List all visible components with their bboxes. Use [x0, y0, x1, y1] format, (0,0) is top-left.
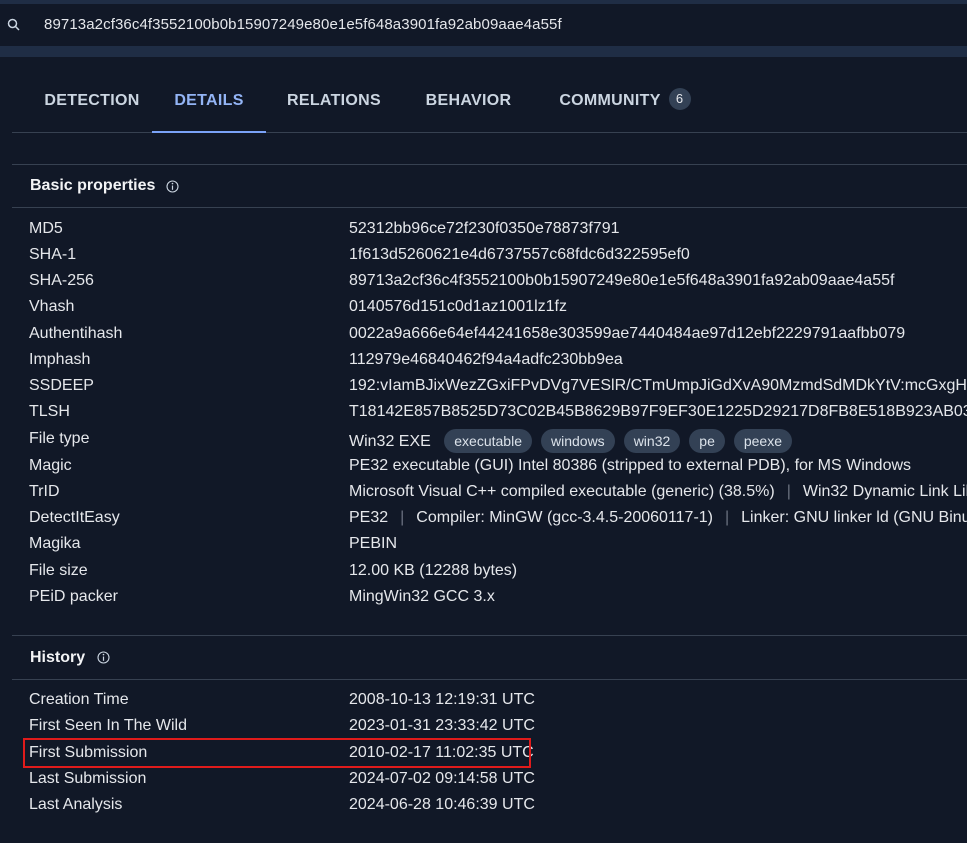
- property-value: Win32 EXE: [349, 433, 431, 451]
- tab-detection[interactable]: DETECTION: [27, 70, 157, 131]
- property-value: 1f613d5260621e4d6737557c68fdc6d322595ef0: [349, 246, 690, 263]
- detectiteasy-value: PE32 | Compiler: MinGW (gcc-3.4.5-20060117…: [349, 509, 967, 527]
- property-value: Microsoft Visual C++ compiled executable…: [349, 483, 775, 500]
- tag-chip[interactable]: peexe: [733, 429, 793, 453]
- property-label: Imphash: [29, 351, 91, 368]
- tag-chip[interactable]: win32: [623, 429, 681, 453]
- property-value: 112979e46840462f94a4adfc230bb9ea: [349, 351, 623, 368]
- community-count-badge: 6: [668, 87, 691, 110]
- search-icon[interactable]: [6, 17, 22, 33]
- search-bar[interactable]: 89713a2cf36c4f3552100b0b15907249e80e1e5f…: [0, 4, 967, 46]
- property-label: File type: [29, 430, 90, 447]
- property-label: PEiD packer: [29, 588, 118, 605]
- property-label: Magika: [29, 535, 81, 552]
- tag-chip[interactable]: executable: [444, 429, 532, 453]
- property-label: SHA-256: [29, 272, 94, 289]
- info-icon[interactable]: [166, 180, 179, 193]
- property-label: TrID: [29, 483, 60, 500]
- property-label: DetectItEasy: [29, 509, 120, 526]
- tab-behavior[interactable]: BEHAVIOR: [416, 70, 521, 131]
- property-value: PEBIN: [349, 535, 398, 552]
- tab-details[interactable]: DETAILS: [152, 70, 266, 133]
- property-label: SHA-1: [29, 246, 77, 263]
- tab-bar: DETECTION DETAILS RELATIONS BEHAVIOR COM…: [12, 70, 967, 133]
- property-value: T18142E857B8525D73C02B45B8629B97F9EF30E1…: [349, 403, 967, 420]
- history-value: 2024-06-28 10:46:39 UTC: [349, 796, 535, 813]
- separator: |: [725, 509, 730, 526]
- separator: |: [400, 509, 405, 526]
- property-value: 12.00 KB (12288 bytes): [349, 562, 518, 579]
- section-divider: [12, 207, 967, 208]
- property-label: Magic: [29, 457, 72, 474]
- property-value: 192:vIamBJixWezZGxiFPvDVg7VESlR/CTmUmpJi…: [349, 377, 967, 394]
- tab-community[interactable]: COMMUNITY 6: [550, 70, 700, 131]
- property-value: Win32 Dynamic Link Lib: [802, 483, 967, 500]
- property-label: SSDEEP: [29, 377, 94, 394]
- separator: |: [786, 483, 791, 500]
- tag-chip[interactable]: pe: [689, 429, 725, 453]
- property-value: Compiler: MinGW (gcc-3.4.5-20060117-1): [416, 509, 713, 526]
- first-submission-highlight-box: [23, 738, 531, 768]
- basic-properties-title: Basic properties: [30, 177, 156, 194]
- property-label: File size: [29, 562, 88, 579]
- property-label: MD5: [29, 220, 63, 237]
- history-value: 2023-01-31 23:33:42 UTC: [349, 717, 535, 734]
- section-divider: [12, 635, 967, 636]
- property-value: 0140576d151c0d1az1001lz1fz: [349, 298, 567, 315]
- property-value: 52312bb96ce72f230f0350e78873f791: [349, 220, 620, 237]
- history-label: Last Submission: [29, 770, 147, 787]
- history-label: Last Analysis: [29, 796, 123, 813]
- file-type-value: Win32 EXE executable windows win32 pe peexe: [349, 429, 793, 454]
- property-value: MingWin32 GCC 3.x: [349, 588, 495, 605]
- tab-relations[interactable]: RELATIONS: [278, 70, 390, 131]
- property-label: TLSH: [29, 403, 70, 420]
- trid-value: Microsoft Visual C++ compiled executable…: [349, 483, 967, 501]
- history-title: History: [30, 649, 86, 666]
- tag-chip[interactable]: windows: [540, 429, 615, 453]
- property-label: Authentihash: [29, 325, 123, 342]
- tab-community-label: COMMUNITY: [559, 92, 661, 109]
- property-value: PE32 executable (GUI) Intel 80386 (strip…: [349, 457, 912, 474]
- info-icon[interactable]: [97, 651, 110, 664]
- property-value: 0022a9a666e64ef44241658e303599ae7440484a…: [349, 325, 906, 342]
- property-value: Linker: GNU linker ld (GNU Binut: [741, 509, 967, 526]
- property-value: PE32: [349, 509, 389, 526]
- history-value: 2024-07-02 09:14:58 UTC: [349, 770, 535, 787]
- search-input[interactable]: 89713a2cf36c4f3552100b0b15907249e80e1e5f…: [44, 16, 562, 33]
- section-divider: [12, 679, 967, 680]
- history-label: First Seen In The Wild: [29, 717, 187, 734]
- section-divider: [12, 164, 967, 165]
- property-label: Vhash: [29, 298, 75, 315]
- history-value: 2008-10-13 12:19:31 UTC: [349, 691, 535, 708]
- property-value: 89713a2cf36c4f3552100b0b15907249e80e1e5f…: [349, 272, 895, 289]
- history-label: Creation Time: [29, 691, 129, 708]
